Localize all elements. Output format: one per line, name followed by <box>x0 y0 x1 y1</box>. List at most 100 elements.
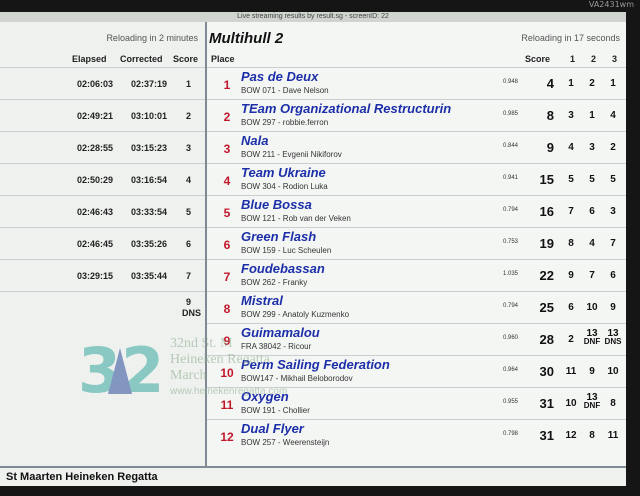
bow-and-skipper: BOW 299 - Anatoly Kuzmenko <box>241 310 350 319</box>
race-score: 12 <box>565 430 577 441</box>
race1-header: 1 <box>569 54 575 64</box>
right-column-headers: Place Score 1 2 3 <box>207 54 626 66</box>
race-score: 4 <box>568 142 574 153</box>
race-result-cell: 12 <box>562 430 580 441</box>
right-table-row: 3 Nala BOW 211 - Evgenii Nikiforov 0.844 9 4 3… <box>207 131 626 163</box>
class-title: Multihull 2 <box>209 30 284 47</box>
score-cell: 7 <box>185 271 191 281</box>
elapsed-cell: 02:46:43 <box>76 207 113 217</box>
race-score: 10 <box>565 398 577 409</box>
race-result-cell: 1 <box>562 78 580 89</box>
race-result-cell: 7 <box>583 270 601 281</box>
race-result-cell: 10 <box>583 302 601 313</box>
race-result-cell: 4 <box>583 238 601 249</box>
race-result-cell: 11 <box>604 430 622 441</box>
left-table-row: 02:49:21 03:10:01 2 <box>0 99 205 131</box>
score-cell: 6 <box>185 239 191 249</box>
score-cell: 5 <box>185 207 191 217</box>
left-table-row: 9 DNS <box>0 291 205 323</box>
boat-name: Mistral <box>241 293 283 308</box>
total-score-cell: 30 <box>539 364 554 379</box>
elapsed-cell: 02:50:29 <box>76 175 113 185</box>
race-score: 6 <box>589 206 595 217</box>
boat-name: Blue Bossa <box>241 197 312 212</box>
elapsed-cell: 02:49:21 <box>76 111 113 121</box>
score-cell: 9 <box>185 297 191 307</box>
race-result-cell: 13 DNF <box>583 328 601 346</box>
left-table-row: 02:28:55 03:15:23 3 <box>0 131 205 163</box>
race-score: 9 <box>610 302 616 313</box>
score-cell: 1 <box>185 79 191 89</box>
total-score-cell: 9 <box>546 140 554 155</box>
bow-and-skipper: BOW 191 - Chollier <box>241 406 310 415</box>
race-result-cell: 7 <box>562 206 580 217</box>
race-result-cell: 8 <box>604 398 622 409</box>
bow-and-skipper: BOW 159 - Luc Scheulen <box>241 246 332 255</box>
race2-header: 2 <box>590 54 596 64</box>
left-table-row: 02:46:45 03:35:26 6 <box>0 227 205 259</box>
race-result-cell: 1 <box>583 110 601 121</box>
place-cell: 3 <box>223 142 231 156</box>
place-cell: 10 <box>220 366 234 380</box>
elapsed-cell: 02:28:55 <box>76 143 113 153</box>
race-result-cell: 13 DNF <box>583 392 601 410</box>
place-cell: 2 <box>223 110 231 124</box>
race-score: 5 <box>589 174 595 185</box>
boat-name: Team Ukraine <box>241 165 326 180</box>
race-result-cell: 5 <box>562 174 580 185</box>
elapsed-cell: 02:46:45 <box>76 239 113 249</box>
race-result-cell: 8 <box>562 238 580 249</box>
place-header: Place <box>211 54 235 64</box>
place-cell: 12 <box>220 430 234 444</box>
race-score: 6 <box>610 270 616 281</box>
corrected-cell: 03:10:01 <box>130 111 167 121</box>
corrected-cell: 03:35:26 <box>130 239 167 249</box>
race-score: 7 <box>610 238 616 249</box>
right-table-row: 9 Guimamalou FRA 38042 - Ricour 0.960 28 2 13 D… <box>207 323 626 355</box>
left-table-row: 02:46:43 03:33:54 5 <box>0 195 205 227</box>
race-result-cell: 3 <box>562 110 580 121</box>
place-cell: 11 <box>220 398 234 412</box>
boat-name: Oxygen <box>241 389 289 404</box>
left-reload-countdown: Reloading in 2 minutes <box>106 33 198 43</box>
left-table-row: 02:06:03 02:37:19 1 <box>0 67 205 99</box>
bow-and-skipper: BOW 257 - Weerensteijn <box>241 438 330 447</box>
race-result-cell: 2 <box>583 78 601 89</box>
total-score-header: Score <box>524 54 550 64</box>
elapsed-cell: 03:29:15 <box>76 271 113 281</box>
race-result-cell: 9 <box>604 302 622 313</box>
race-score: 5 <box>568 174 574 185</box>
race3-header: 3 <box>611 54 617 64</box>
race-score: 2 <box>589 78 595 89</box>
boat-name: TEam Organizational Restructurin <box>241 101 452 116</box>
race-score: 3 <box>568 110 574 121</box>
race-score: 7 <box>568 206 574 217</box>
rating-cell: 0.794 <box>502 207 518 213</box>
race-score: 4 <box>610 110 616 121</box>
place-cell: 7 <box>223 270 231 284</box>
corrected-cell: 03:35:44 <box>130 271 167 281</box>
total-score-cell: 25 <box>539 300 554 315</box>
elapsed-header: Elapsed <box>72 54 107 64</box>
race-penalty: DNF <box>583 401 601 410</box>
left-column-headers: Elapsed Corrected Score <box>0 54 205 66</box>
race-result-cell: 5 <box>583 174 601 185</box>
bow-and-skipper: BOW 071 - Dave Nelson <box>241 86 329 95</box>
race-score: 8 <box>610 398 616 409</box>
place-cell: 6 <box>223 238 231 252</box>
score-cell: 3 <box>185 143 191 153</box>
place-cell: 8 <box>223 302 231 316</box>
race-score: 8 <box>589 430 595 441</box>
race-result-cell: 10 <box>562 398 580 409</box>
boat-name: Dual Flyer <box>241 421 304 436</box>
corrected-cell: 02:37:19 <box>130 79 167 89</box>
boat-name: Pas de Deux <box>241 69 319 84</box>
left-table-row: 02:50:29 03:16:54 4 <box>0 163 205 195</box>
boat-name: Foudebassan <box>241 261 325 276</box>
total-score-cell: 19 <box>539 236 554 251</box>
race-result-cell: 7 <box>604 238 622 249</box>
race-score: 1 <box>610 78 616 89</box>
race-score: 2 <box>610 142 616 153</box>
bow-and-skipper: BOW 121 - Rob van der Veken <box>241 214 351 223</box>
total-score-cell: 22 <box>539 268 554 283</box>
